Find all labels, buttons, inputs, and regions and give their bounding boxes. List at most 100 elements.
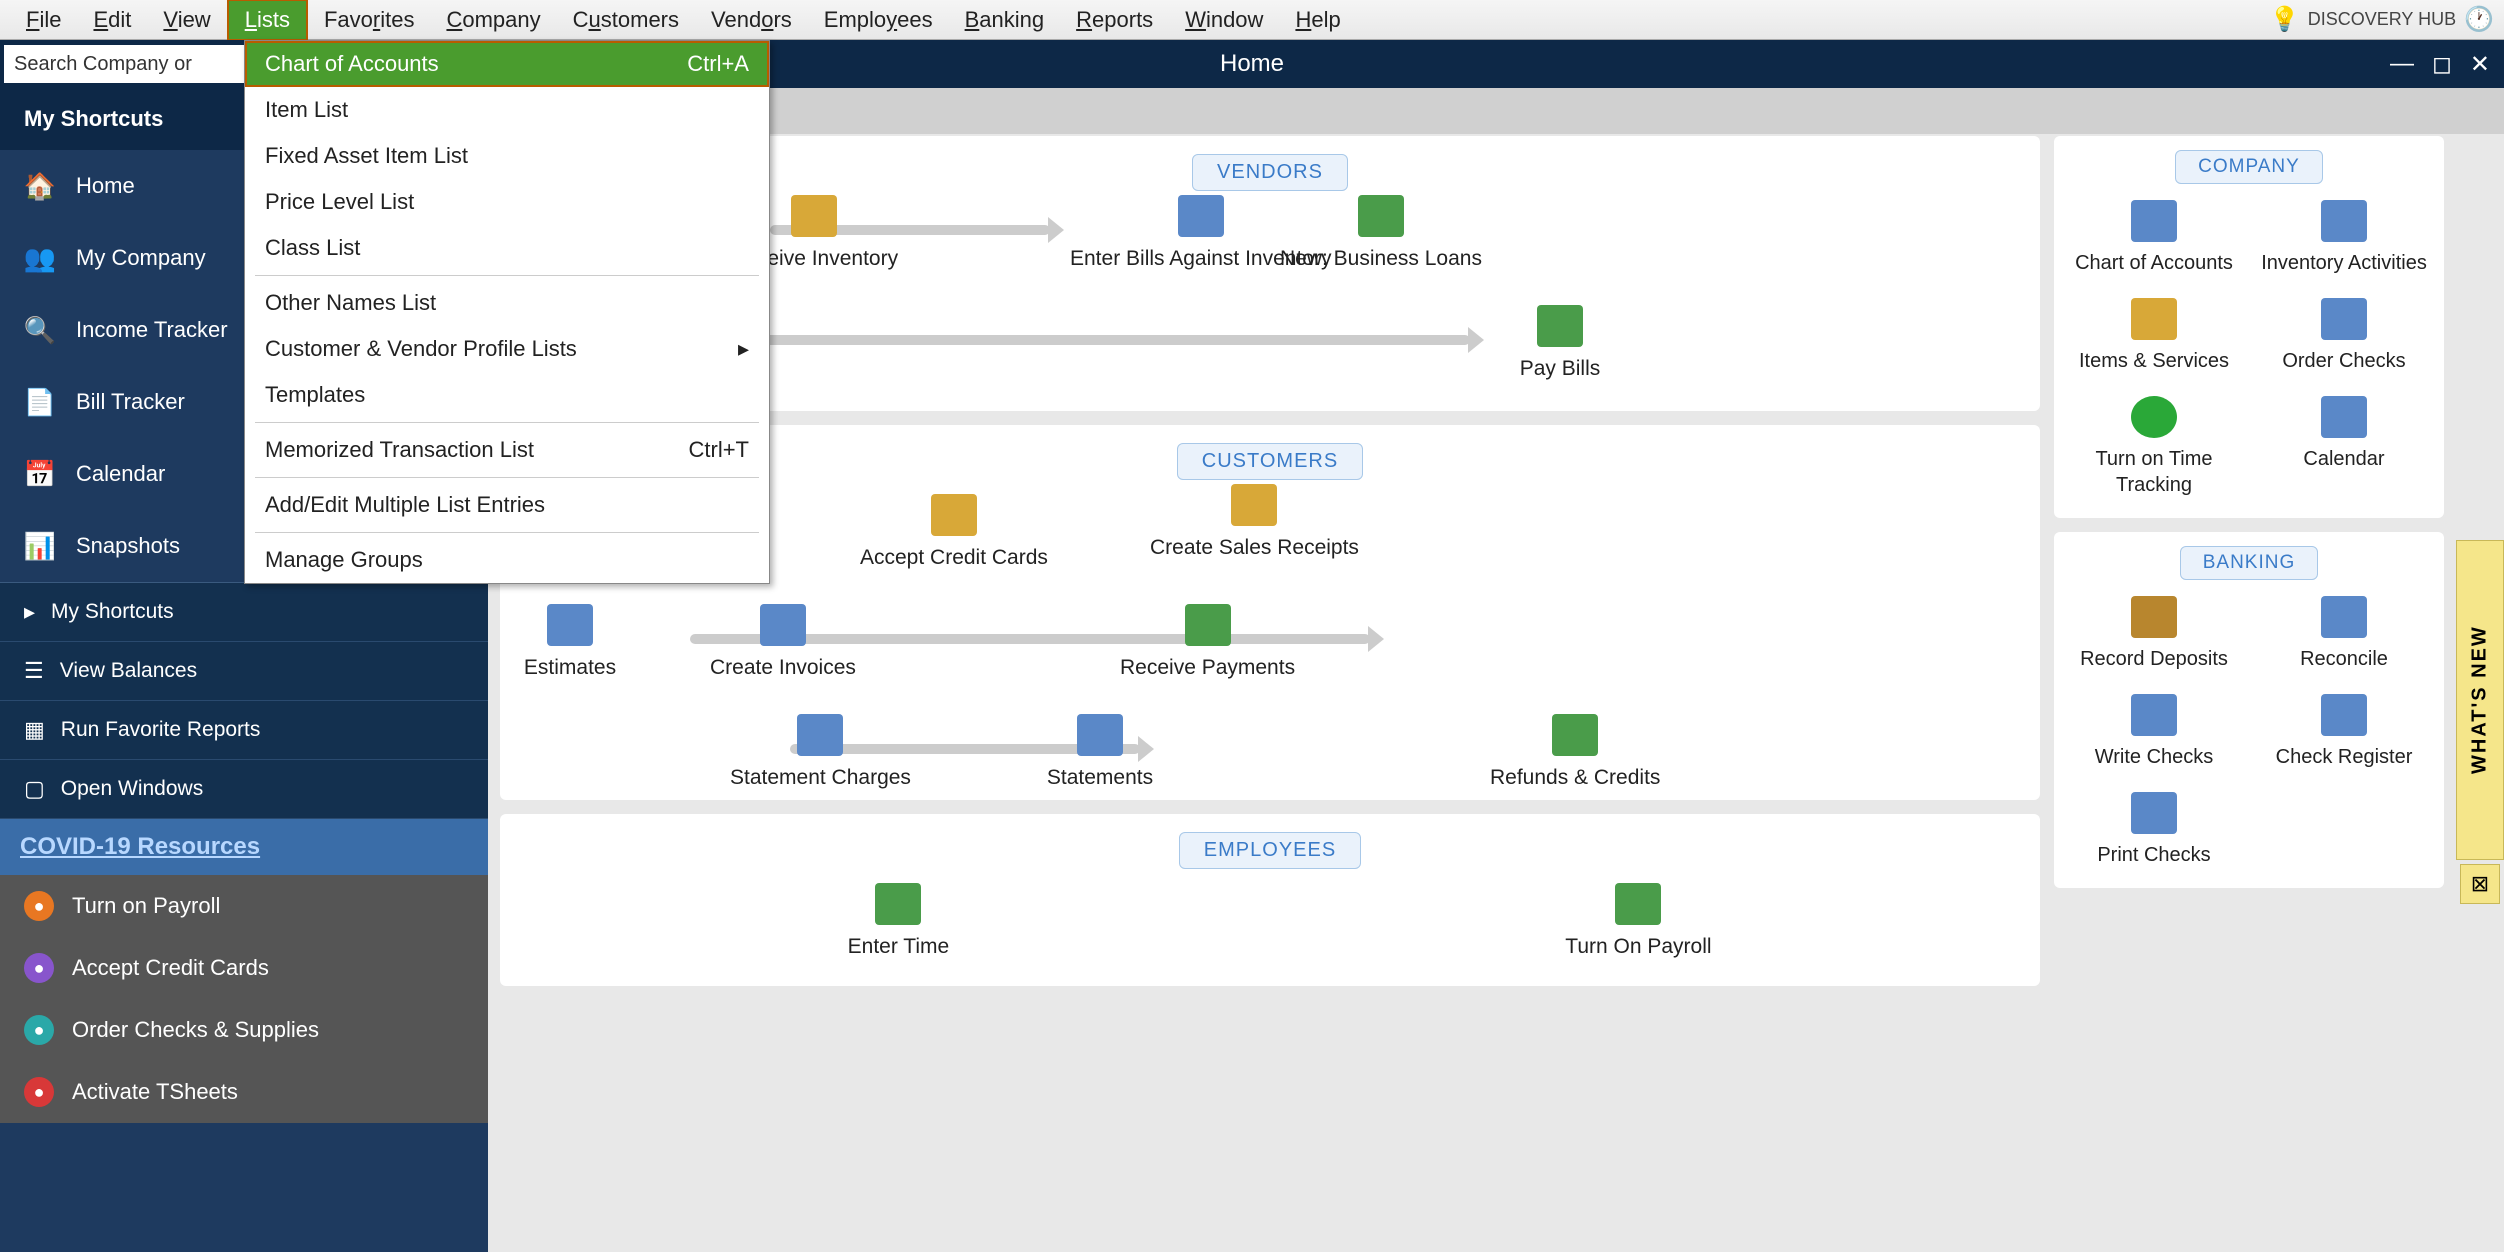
menu-banking[interactable]: Banking: [949, 1, 1061, 39]
menu-window[interactable]: Window: [1169, 1, 1279, 39]
whats-new-close[interactable]: ⊠: [2460, 864, 2500, 904]
employees-header[interactable]: EMPLOYEES: [1179, 832, 1361, 869]
close-button[interactable]: ✕: [2470, 50, 2490, 79]
statement-charges[interactable]: Statement Charges: [730, 714, 911, 791]
menu-help[interactable]: Help: [1279, 1, 1356, 39]
res-icon: ●: [24, 1015, 54, 1045]
card-icon: [931, 494, 977, 536]
tab-my-shortcuts[interactable]: ▸My Shortcuts: [0, 583, 488, 642]
dd-item-templates[interactable]: Templates: [245, 372, 769, 418]
receive-payments[interactable]: Receive Payments: [1120, 604, 1295, 681]
res-icon: ●: [24, 953, 54, 983]
dd-item-class-list[interactable]: Class List: [245, 225, 769, 271]
res-accept-credit-cards[interactable]: ●Accept Credit Cards: [0, 937, 488, 999]
dd-item-fixed-asset-item-list[interactable]: Fixed Asset Item List: [245, 133, 769, 179]
res-order-checks-supplies[interactable]: ●Order Checks & Supplies: [0, 999, 488, 1061]
dd-item-chart-of-accounts[interactable]: Chart of AccountsCtrl+A: [245, 41, 769, 87]
rail-icon: [2131, 596, 2177, 638]
pay-bills[interactable]: Pay Bills: [1490, 305, 1630, 382]
maximize-button[interactable]: ◻: [2432, 50, 2452, 79]
clock-icon[interactable]: 🕐: [2464, 5, 2494, 34]
covid-section[interactable]: COVID-19 Resources: [0, 819, 488, 875]
rail-record-deposits[interactable]: Record Deposits: [2064, 596, 2244, 672]
dd-item-customer-vendor-profile-lists[interactable]: Customer & Vendor Profile Lists▸: [245, 326, 769, 372]
dd-item-item-list[interactable]: Item List: [245, 87, 769, 133]
menubar: File Edit View Lists Favorites Company C…: [0, 0, 2504, 40]
nav-icon: 📊: [24, 530, 56, 562]
menu-file[interactable]: File: [10, 1, 77, 39]
create-sales-receipts[interactable]: Create Sales Receipts: [1150, 484, 1359, 561]
rail-turn-on-time-tracking[interactable]: Turn on Time Tracking: [2064, 396, 2244, 498]
menu-customers[interactable]: Customers: [557, 1, 695, 39]
rail-reconcile[interactable]: Reconcile: [2254, 596, 2434, 672]
search-input[interactable]: Search Company or: [4, 45, 244, 83]
dd-item-manage-groups[interactable]: Manage Groups: [245, 537, 769, 583]
res-turn-on-payroll[interactable]: ●Turn on Payroll: [0, 875, 488, 937]
covid-link[interactable]: COVID-19 Resources: [20, 833, 260, 860]
dd-item-price-level-list[interactable]: Price Level List: [245, 179, 769, 225]
rail-icon: [2321, 200, 2367, 242]
rail-chart-of-accounts[interactable]: Chart of Accounts: [2064, 200, 2244, 276]
estimates[interactable]: Estimates: [500, 604, 640, 681]
create-invoices[interactable]: Create Invoices: [710, 604, 856, 681]
nav-icon: 📄: [24, 386, 56, 418]
discovery-hub[interactable]: 💡 DISCOVERY HUB 🕐: [2270, 5, 2494, 34]
accept-credit-cards[interactable]: Accept Credit Cards: [860, 494, 1048, 571]
refunds-credits[interactable]: Refunds & Credits: [1490, 714, 1660, 791]
tab-run-favorite-reports[interactable]: ▦Run Favorite Reports: [0, 701, 488, 760]
menu-favorites[interactable]: Favorites: [308, 1, 431, 39]
dd-item-other-names-list[interactable]: Other Names List: [245, 280, 769, 326]
main-area: VENDORS Receive Inventory Enter Bills Ag…: [488, 136, 2456, 1252]
payroll-icon: [1615, 883, 1661, 925]
menu-company[interactable]: Company: [430, 1, 556, 39]
company-header[interactable]: COMPANY: [2175, 150, 2323, 184]
document-icon: [797, 714, 843, 756]
clock-icon: [875, 883, 921, 925]
rail-icon: [2131, 200, 2177, 242]
rail-check-register[interactable]: Check Register: [2254, 694, 2434, 770]
rail-print-checks[interactable]: Print Checks: [2064, 792, 2244, 868]
rail-icon: [2131, 298, 2177, 340]
calculator-icon: [547, 604, 593, 646]
customers-header[interactable]: CUSTOMERS: [1177, 443, 1363, 480]
menu-edit[interactable]: Edit: [77, 1, 147, 39]
vendors-header[interactable]: VENDORS: [1192, 154, 1348, 191]
rail-calendar[interactable]: Calendar: [2254, 396, 2434, 498]
minimize-button[interactable]: —: [2390, 50, 2414, 79]
document-icon: [1178, 195, 1224, 237]
menu-reports[interactable]: Reports: [1060, 1, 1169, 39]
nav-icon: 👥: [24, 242, 56, 274]
turn-on-payroll[interactable]: Turn On Payroll: [1565, 883, 1711, 960]
business-loans[interactable]: New: Business Loans: [1280, 195, 1482, 272]
lists-dropdown: Chart of AccountsCtrl+AItem ListFixed As…: [244, 40, 770, 584]
dd-item-add-edit-multiple-list-entries[interactable]: Add/Edit Multiple List Entries: [245, 482, 769, 528]
tab-view-balances[interactable]: ☰View Balances: [0, 642, 488, 701]
rail-icon: [2321, 396, 2367, 438]
dd-item-memorized-transaction-list[interactable]: Memorized Transaction ListCtrl+T: [245, 427, 769, 473]
nav-icon: 🔍: [24, 314, 56, 346]
nav-icon: 📅: [24, 458, 56, 490]
menu-lists[interactable]: Lists: [227, 0, 308, 41]
res-activate-tsheets[interactable]: ●Activate TSheets: [0, 1061, 488, 1123]
statements[interactable]: Statements: [1030, 714, 1170, 791]
lightbulb-icon: 💡: [2270, 5, 2300, 34]
rail-inventory-activities[interactable]: Inventory Activities: [2254, 200, 2434, 276]
menu-vendors[interactable]: Vendors: [695, 1, 808, 39]
tab-open-windows[interactable]: ▢Open Windows: [0, 760, 488, 819]
receipt-icon: [1231, 484, 1277, 526]
rail-items-services[interactable]: Items & Services: [2064, 298, 2244, 374]
document-icon: [1077, 714, 1123, 756]
rail-order-checks[interactable]: Order Checks: [2254, 298, 2434, 374]
whats-new-tab[interactable]: WHAT'S NEW: [2456, 540, 2504, 860]
enter-time[interactable]: Enter Time: [828, 883, 968, 960]
invoice-icon: [760, 604, 806, 646]
nav-icon: 🏠: [24, 170, 56, 202]
menu-employees[interactable]: Employees: [808, 1, 949, 39]
rail-write-checks[interactable]: Write Checks: [2064, 694, 2244, 770]
money-icon: [1552, 714, 1598, 756]
menu-view[interactable]: View: [147, 1, 226, 39]
res-icon: ●: [24, 1077, 54, 1107]
folder-icon: [791, 195, 837, 237]
document-tab-bar: [488, 88, 2504, 134]
banking-header[interactable]: BANKING: [2180, 546, 2319, 580]
